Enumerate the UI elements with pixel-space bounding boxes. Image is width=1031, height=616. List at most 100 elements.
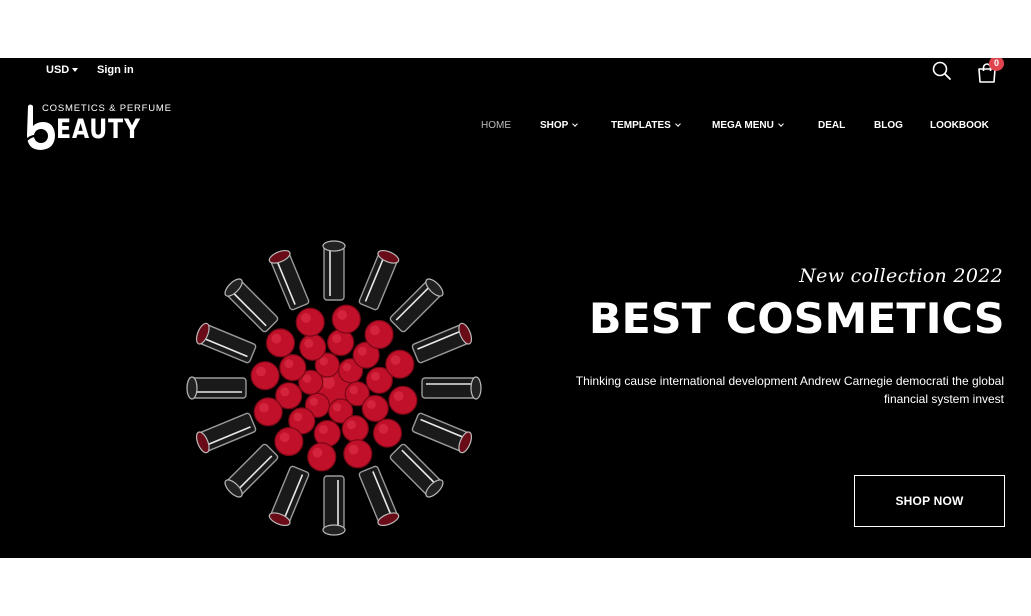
nav-shop-label: SHOP bbox=[540, 120, 569, 131]
nav-lookbook-label: LOOKBOOK bbox=[930, 120, 989, 131]
lipstick-cap-highlight bbox=[259, 402, 269, 413]
lipstick-cap-highlight bbox=[309, 397, 318, 406]
lipstick-cap bbox=[343, 439, 373, 469]
lipstick-cap bbox=[327, 328, 355, 357]
chevron-down-icon bbox=[572, 121, 579, 127]
hero-description-line-1: Thinking cause international development… bbox=[575, 374, 1004, 388]
lipstick-cap bbox=[313, 419, 341, 448]
nav-home[interactable]: HOME bbox=[481, 120, 511, 131]
lipstick-tube bbox=[389, 278, 444, 333]
lipstick-cap bbox=[364, 319, 394, 350]
lipstick-cap bbox=[307, 442, 337, 472]
lipstick-tube bbox=[268, 465, 310, 527]
site-header-hero: USD Sign in 0 COSMETICS & PERFUME EAUTY bbox=[0, 58, 1031, 558]
lipstick-tube bbox=[195, 322, 257, 364]
lipstick-cap-highlight bbox=[393, 391, 404, 401]
lipstick-cap-highlight bbox=[366, 400, 376, 409]
lipstick-cap-highlight bbox=[322, 376, 335, 389]
lipstick-tube bbox=[186, 376, 247, 400]
utility-bar: USD Sign in 0 bbox=[0, 58, 1031, 84]
lipstick-tube bbox=[322, 475, 346, 536]
nav-deal-label: DEAL bbox=[818, 120, 846, 131]
nav-shop[interactable]: SHOP bbox=[540, 120, 579, 131]
currency-label: USD bbox=[46, 64, 70, 76]
lipstick-cap-highlight bbox=[304, 338, 314, 348]
lipstick-tube bbox=[322, 240, 346, 301]
lipstick-cap-highlight bbox=[271, 333, 282, 344]
lipstick-tube bbox=[224, 443, 279, 498]
lipstick-cap-highlight bbox=[332, 334, 342, 344]
lipstick-cap-highlight bbox=[318, 425, 328, 435]
lipstick-cap-highlight bbox=[319, 357, 328, 366]
lipstick-cap bbox=[274, 426, 304, 457]
lipstick-cap-highlight bbox=[349, 385, 358, 395]
lipstick-cap-highlight bbox=[293, 412, 303, 422]
nav-home-label: HOME bbox=[481, 120, 511, 131]
lipstick-cap-highlight bbox=[337, 310, 347, 320]
lipstick-cap bbox=[250, 361, 280, 391]
lipstick-tube bbox=[411, 412, 473, 454]
hero-description-line-2: financial system invest bbox=[883, 392, 1004, 406]
lipstick-cap-highlight bbox=[390, 355, 401, 365]
lipstick-cap-highlight bbox=[342, 362, 352, 372]
lipstick-cap bbox=[331, 304, 361, 334]
lipstick-cap-highlight bbox=[284, 359, 294, 369]
lipstick-cap-highlight bbox=[370, 371, 380, 381]
hero-title: BEST COSMETICS bbox=[589, 294, 1005, 343]
logo-tagline: COSMETICS & PERFUME bbox=[42, 103, 172, 114]
lipstick-cap bbox=[295, 307, 325, 337]
lipstick-cap-highlight bbox=[332, 403, 342, 412]
hero-description: Thinking cause international development… bbox=[504, 372, 1004, 408]
lipstick-cap-highlight bbox=[378, 424, 389, 434]
currency-selector[interactable]: USD bbox=[46, 64, 79, 76]
lipstick-cap-highlight bbox=[357, 346, 367, 356]
lipstick-tube bbox=[358, 465, 400, 527]
nav-mega-menu-label: MEGA MENU bbox=[712, 120, 774, 131]
nav-blog[interactable]: BLOG bbox=[874, 120, 903, 131]
nav-mega-menu[interactable]: MEGA MENU bbox=[712, 120, 784, 131]
cart-count-badge: 0 bbox=[989, 58, 1004, 71]
lipstick-cap-highlight bbox=[279, 432, 290, 443]
lipstick-cap-highlight bbox=[280, 387, 290, 397]
sign-in-link[interactable]: Sign in bbox=[97, 64, 134, 76]
hero-subtitle: New collection 2022 bbox=[799, 265, 1003, 287]
lipstick-tube bbox=[358, 249, 400, 311]
page-margin-top bbox=[0, 0, 1031, 58]
lipstick-cap bbox=[299, 333, 327, 361]
nav-templates[interactable]: TEMPLATES bbox=[611, 120, 681, 131]
lipstick-tube bbox=[195, 412, 257, 454]
lipstick-tube bbox=[389, 443, 444, 498]
lipstick-cap-highlight bbox=[312, 447, 323, 458]
nav-deal[interactable]: DEAL bbox=[818, 120, 845, 131]
lipstick-cap bbox=[385, 349, 415, 379]
lipstick-cap-highlight bbox=[256, 366, 266, 377]
lipstick-cap bbox=[341, 415, 369, 443]
chevron-down-icon bbox=[674, 121, 681, 127]
lipstick-tube bbox=[268, 249, 310, 311]
caret-down-icon bbox=[72, 68, 79, 72]
lipstick-cap bbox=[361, 394, 389, 422]
lipstick-cap-highlight bbox=[301, 313, 311, 323]
main-navigation: HOME SHOP TEMPLATES MEGA MENU DEAL BLOG … bbox=[0, 120, 1031, 136]
lipstick-cap bbox=[372, 418, 403, 448]
lipstick-arrangement-image bbox=[186, 240, 482, 536]
lipstick-tube bbox=[411, 322, 473, 364]
lipstick-cap bbox=[253, 397, 283, 427]
nav-blog-label: BLOG bbox=[874, 120, 903, 131]
nav-lookbook[interactable]: LOOKBOOK bbox=[930, 120, 989, 131]
page-margin-bottom bbox=[0, 558, 1031, 616]
nav-templates-label: TEMPLATES bbox=[611, 120, 671, 131]
lipstick-cap-highlight bbox=[346, 420, 356, 430]
lipstick-tube bbox=[224, 278, 279, 333]
lipstick-cap bbox=[279, 354, 307, 382]
chevron-down-icon bbox=[778, 121, 784, 127]
lipstick-tube bbox=[421, 376, 482, 400]
lipstick-cap-highlight bbox=[302, 374, 312, 383]
search-button[interactable] bbox=[931, 60, 953, 82]
cart-button[interactable]: 0 bbox=[975, 58, 1005, 84]
lipstick-cap bbox=[388, 385, 418, 415]
lipstick-cap-highlight bbox=[348, 444, 359, 455]
lipstick-cap-highlight bbox=[370, 325, 380, 336]
search-icon bbox=[932, 61, 951, 80]
shop-now-button[interactable]: SHOP NOW bbox=[854, 475, 1005, 527]
